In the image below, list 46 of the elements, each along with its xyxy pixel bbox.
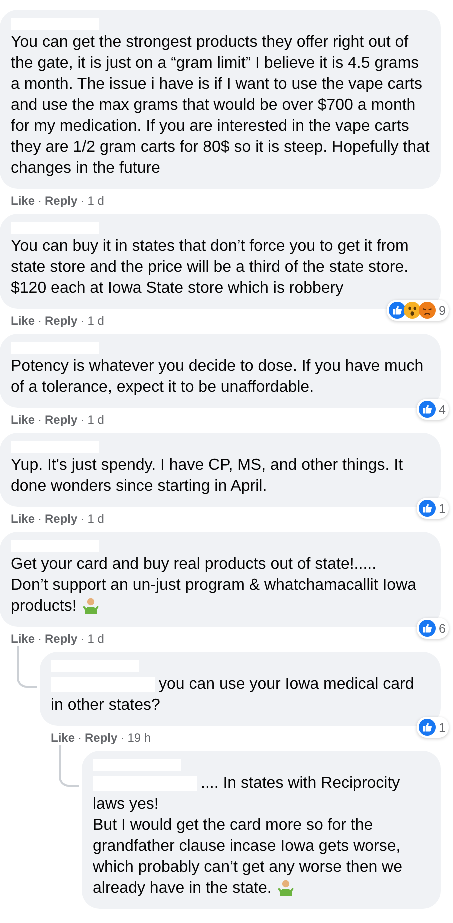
comment-action-link[interactable]: Reply: [45, 512, 78, 526]
comment-text: laws yes! But I would get the card more so for the grandfather clause incase Iowa gets worse, which probably can’t get any worse then we already have in the state.: [93, 796, 403, 897]
reaction-count[interactable]: 1: [417, 498, 449, 519]
comment-action-link[interactable]: Like: [11, 512, 36, 526]
comment-action-link[interactable]: Like: [11, 194, 36, 208]
separator-dot: ·: [38, 512, 42, 526]
separator-dot: ·: [38, 413, 42, 427]
comment-action-link[interactable]: Reply: [45, 413, 78, 427]
comment-action-link[interactable]: Like: [11, 632, 36, 646]
thread-connector: [17, 646, 37, 688]
separator-dot: ·: [80, 194, 85, 208]
comment-action-link[interactable]: Reply: [45, 632, 78, 646]
comment-time: 1 d: [88, 512, 104, 526]
comment-time: 1 d: [88, 194, 104, 208]
reaction-count[interactable]: 4: [417, 399, 449, 420]
comment-text: Get your card and buy real products out of state!..... Don’t support an un-just program & whatchamacallit Iowa products!: [11, 556, 417, 615]
thread-connector: [59, 745, 79, 787]
comment-text: you can use your Iowa medical card: [159, 675, 414, 695]
comment-text: in other states?: [51, 697, 160, 714]
separator-dot: ·: [80, 632, 85, 646]
separator-dot: ·: [80, 314, 85, 328]
comment-time: 1 d: [88, 413, 104, 427]
reaction-count[interactable]: 9: [387, 300, 449, 321]
comment-action-link[interactable]: Like: [51, 731, 76, 745]
reaction-count[interactable]: 6: [417, 618, 449, 639]
comment-text: You can buy it in states that don’t force you to get it from state store and the price will be a third of the state store. $120 each at Iowa State store which is robbery: [11, 238, 409, 297]
separator-dot: ·: [80, 413, 85, 427]
comment-action-link[interactable]: Reply: [45, 314, 78, 328]
separator-dot: ·: [38, 632, 42, 646]
comment-action-link[interactable]: Like: [11, 314, 36, 328]
comment-action-link[interactable]: Reply: [85, 731, 118, 745]
comment-text: .... In states with Reciprocity: [201, 774, 400, 794]
separator-dot: ·: [120, 731, 125, 745]
separator-dot: ·: [80, 512, 85, 526]
comment-time: 19 h: [128, 731, 152, 745]
comment-time: 1 d: [88, 632, 104, 646]
comment-action-link[interactable]: Like: [11, 413, 36, 427]
separator-dot: ·: [78, 731, 82, 745]
comment-time: 1 d: [88, 314, 104, 328]
comment-action-link[interactable]: Reply: [45, 194, 78, 208]
separator-dot: ·: [38, 194, 42, 208]
comment-text: Yup. It's just spendy. I have CP, MS, and other things. It done wonders since starting in April.: [11, 457, 404, 495]
separator-dot: ·: [38, 314, 42, 328]
comment-text: Potency is whatever you decide to dose. If you have much of a tolerance, expect it to be unaffordable.: [11, 358, 424, 396]
reaction-count[interactable]: 1: [417, 717, 449, 738]
comment-text: You can get the strongest products they offer right out of the gate, it is just on a “gram limit” I believe it is 4.5 grams a month. The issue i have is if I want to use the vape carts and use the max grams that would be over $700 a month for my medication. If you are interested in the vape carts they are 1/2 gram carts for 80$ so it is steep. Hopefully that changes in the future: [11, 34, 430, 177]
